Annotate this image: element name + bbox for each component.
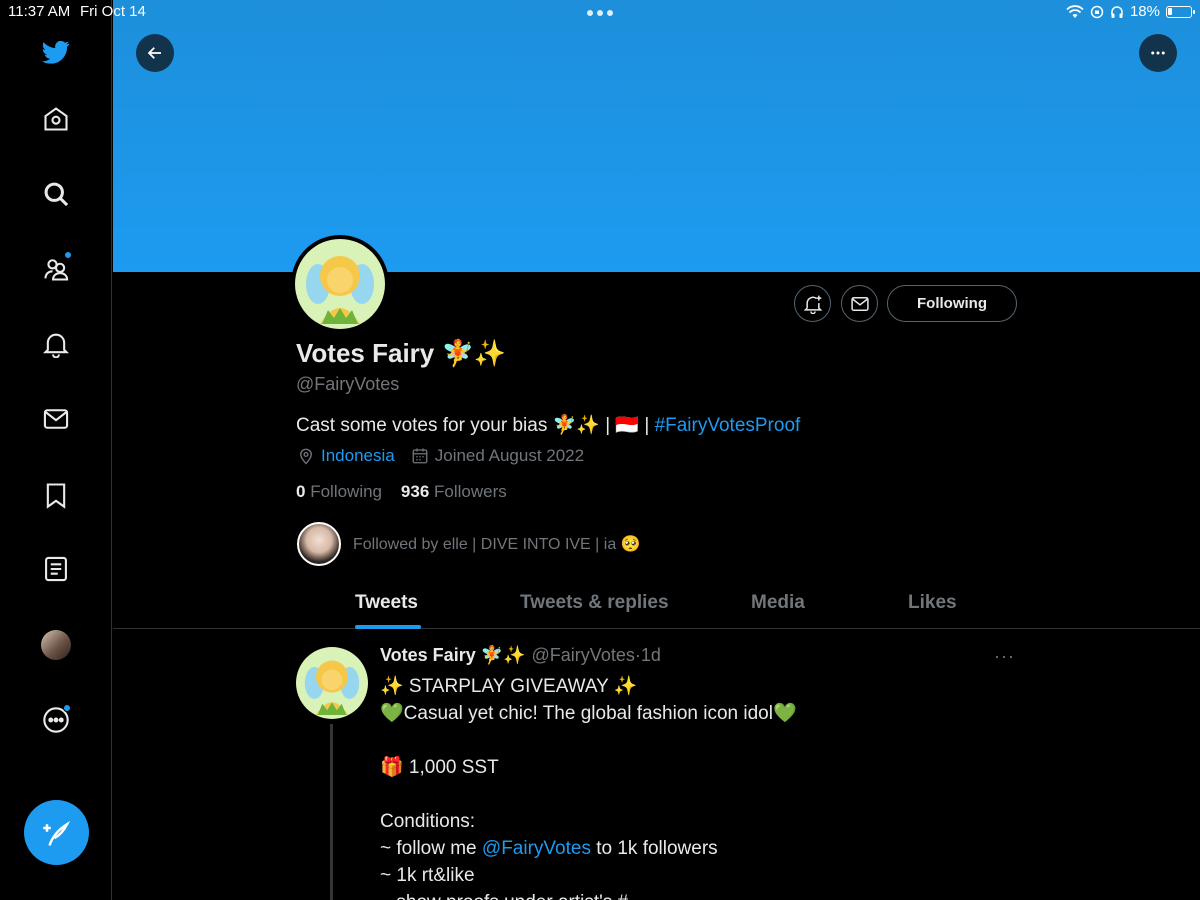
followed-by-text: Followed by elle | DIVE INTO IVE | ia 🥺 [353, 536, 641, 553]
profile-bio: Cast some votes for your bias 🧚✨ | 🇮🇩 | … [296, 413, 800, 437]
profile-handle: @FairyVotes [296, 374, 400, 394]
profile-avatar-large[interactable] [291, 235, 389, 333]
profile-tabs: Tweets Tweets & replies Media Likes [113, 580, 1200, 629]
lists-icon[interactable] [38, 551, 74, 587]
battery-percent: 18% [1129, 3, 1160, 20]
profile-location[interactable]: Indonesia [321, 446, 395, 466]
notification-dot [63, 704, 71, 712]
message-button[interactable] [841, 285, 878, 322]
bell-icon[interactable] [38, 326, 74, 362]
status-date: Fri Oct 14 [80, 3, 146, 20]
thread-line [330, 724, 333, 900]
followed-by[interactable]: Followed by elle | DIVE INTO IVE | ia 🥺 [297, 522, 641, 566]
followers-count-link[interactable]: 936 Followers [401, 482, 507, 501]
following-label: Following [310, 482, 383, 501]
profile-banner [113, 0, 1200, 272]
tweet-line: ✨ STARPLAY GIVEAWAY ✨ [380, 676, 638, 697]
feather-plus-icon [42, 820, 70, 846]
cond1-prefix: ~ follow me [380, 838, 482, 859]
more-options-button[interactable] [1139, 34, 1177, 72]
mail-icon [850, 296, 869, 311]
twitter-logo-icon[interactable] [38, 34, 74, 70]
cond1-suffix: to 1k followers [590, 838, 718, 859]
tweet-avatar[interactable] [296, 647, 368, 719]
mention-link[interactable]: @FairyVotes [482, 838, 591, 859]
follower-avatar [297, 522, 341, 566]
notify-button[interactable] [794, 285, 831, 322]
tab-tweets-and-replies[interactable]: Tweets & replies [520, 592, 669, 614]
fairy-avatar-icon [306, 256, 374, 324]
battery-icon [1166, 5, 1195, 18]
mail-icon[interactable] [38, 401, 74, 437]
ellipsis-icon [1151, 51, 1165, 55]
sidebar [0, 0, 112, 900]
follow-counts: 0 Following 936 Followers [296, 482, 507, 502]
search-icon[interactable] [38, 176, 74, 212]
tweet-line [380, 727, 1000, 754]
communities-icon[interactable] [38, 251, 74, 287]
tweet-line: ~ 1k rt&like [380, 865, 475, 886]
status-right: 18% [1066, 3, 1195, 20]
bell-plus-icon [803, 295, 822, 314]
bio-text: Cast some votes for your bias 🧚✨ | 🇮🇩 | [296, 415, 655, 436]
notification-dot [64, 251, 72, 259]
headphones-icon [1111, 5, 1123, 18]
followers-count: 936 [400, 482, 430, 501]
tweet-line: ~ follow me @FairyVotes to 1k followers [380, 835, 1000, 862]
bookmark-icon[interactable] [38, 477, 74, 513]
orientation-lock-icon [1090, 5, 1104, 18]
tweet-author-handle: @FairyVotes·1d [532, 645, 661, 666]
multitasking-dots-icon[interactable] [587, 10, 613, 16]
compose-tweet-button[interactable] [24, 800, 89, 865]
tweet-line: Conditions: [380, 811, 476, 832]
tab-tweets[interactable]: Tweets [355, 592, 418, 614]
status-time: 11:37 AM [8, 3, 71, 20]
arrow-left-icon [147, 47, 161, 59]
tweet-handle: @FairyVotes [531, 645, 635, 665]
tweet-age[interactable]: 1d [641, 645, 661, 665]
calendar-icon [412, 448, 428, 464]
wifi-icon [1066, 4, 1084, 18]
profile-avatar[interactable] [38, 627, 74, 663]
profile-meta: Indonesia Joined August 2022 [297, 446, 584, 466]
tweet-header: Votes Fairy 🧚✨ @FairyVotes·1d [380, 645, 661, 666]
tweet-more-button[interactable]: ··· [994, 646, 1015, 667]
location-pin-icon [300, 448, 312, 465]
status-bar: 11:37 AM Fri Oct 14 18% [0, 0, 1200, 24]
following-button[interactable]: Following [887, 285, 1017, 322]
tweet-line: 🎁 1,000 SST [380, 757, 499, 778]
bio-hashtag-link[interactable]: #FairyVotesProof [655, 415, 801, 436]
following-count-link[interactable]: 0 Following [296, 482, 382, 501]
active-tab-indicator [355, 625, 421, 629]
following-count: 0 [296, 482, 306, 501]
profile-joined: Joined August 2022 [434, 446, 585, 465]
back-button[interactable] [136, 34, 174, 72]
home-icon[interactable] [38, 101, 74, 137]
tweet-line: ~ show proofs under artist's # [380, 889, 1000, 900]
tweet-text: ✨ STARPLAY GIVEAWAY ✨ 💚Casual yet chic! … [380, 673, 1000, 900]
profile-name: Votes Fairy 🧚✨ [296, 338, 507, 368]
tweet-author-name[interactable]: Votes Fairy 🧚✨ [380, 645, 526, 666]
followers-label: Followers [434, 482, 507, 501]
fairy-avatar-icon [304, 660, 360, 715]
tweet-line [380, 781, 1000, 808]
tab-likes[interactable]: Likes [908, 592, 957, 614]
tab-media[interactable]: Media [751, 592, 805, 614]
tweet-line: 💚Casual yet chic! The global fashion ico… [380, 703, 797, 724]
more-icon[interactable] [38, 702, 74, 738]
